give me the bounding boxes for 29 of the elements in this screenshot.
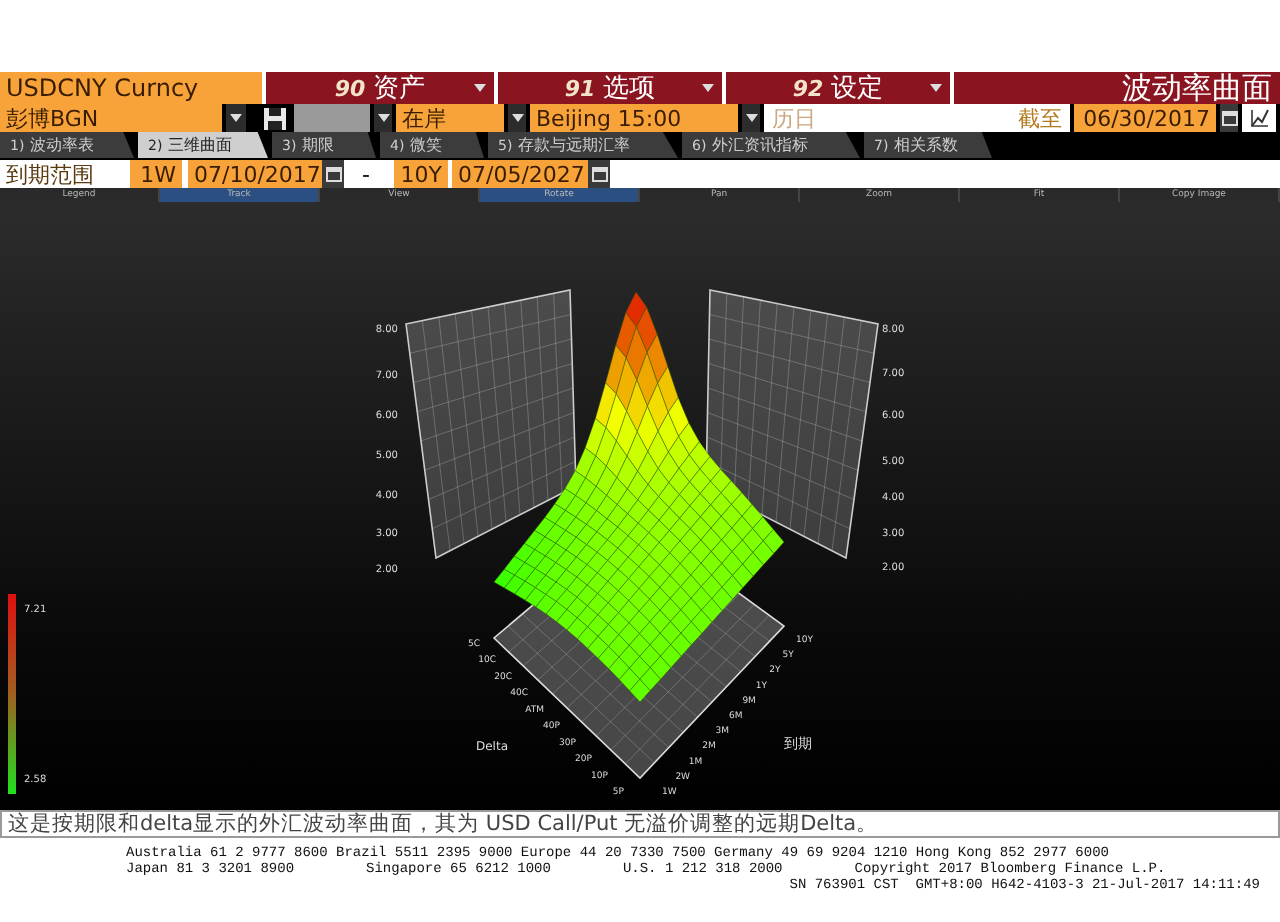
- caret-icon[interactable]: [930, 84, 942, 92]
- calendar-icon[interactable]: [1221, 110, 1237, 126]
- tenor-field[interactable]: 10Y: [394, 160, 448, 188]
- date-field[interactable]: 07/10/2017: [188, 160, 322, 188]
- as-of-label: 截至: [1018, 103, 1062, 133]
- tenor-field[interactable]: 1W: [130, 160, 182, 188]
- menu-button[interactable]: 91 选项: [498, 72, 722, 104]
- caret-icon[interactable]: [745, 114, 757, 122]
- market-dropdown[interactable]: 在岸: [396, 104, 504, 132]
- calendar-icon[interactable]: [325, 166, 341, 182]
- caret-icon[interactable]: [230, 114, 242, 122]
- caret-icon[interactable]: [511, 114, 523, 122]
- time-dropdown[interactable]: Beijing 15:00: [530, 104, 738, 132]
- source-dropdown[interactable]: 彭博BGN: [0, 104, 222, 132]
- page-title: 波动率曲面: [954, 72, 1280, 104]
- caret-icon[interactable]: [702, 84, 714, 92]
- security-field[interactable]: USDCNY Curncy: [0, 72, 262, 104]
- description-text: 这是按期限和delta显示的外汇波动率曲面，其为 USD Call/Put 无溢价调整的远期Delta。: [8, 810, 879, 838]
- date-field[interactable]: 07/05/2027: [452, 160, 588, 188]
- menu-button[interactable]: 92 设定: [726, 72, 950, 104]
- expiry-range-label: 到期范围: [4, 160, 96, 188]
- date-field[interactable]: 06/30/2017: [1074, 104, 1216, 132]
- menu-button[interactable]: 90 资产: [266, 72, 494, 104]
- caret-icon[interactable]: [377, 114, 389, 122]
- calendar-icon[interactable]: [591, 166, 607, 182]
- chart-icon[interactable]: [1249, 108, 1269, 128]
- range-separator: -: [360, 160, 372, 188]
- caret-icon[interactable]: [474, 84, 486, 92]
- input-field[interactable]: [294, 104, 370, 132]
